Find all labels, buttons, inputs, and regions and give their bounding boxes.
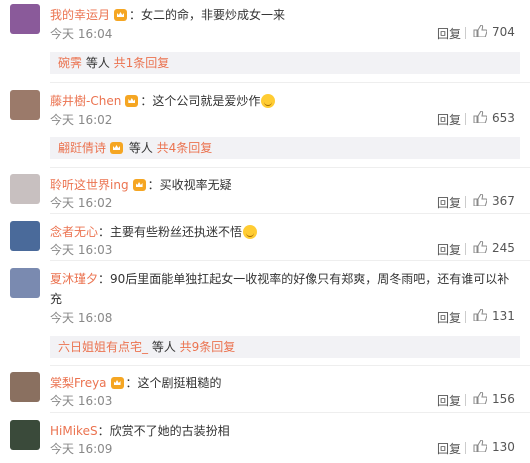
like-count: 156 bbox=[492, 392, 515, 406]
like-button[interactable]: 131 bbox=[473, 309, 515, 323]
comment-text: ：90后里面能单独扛起女一收视率的好像只有郑爽，周冬雨吧，还有谁可以补 bbox=[98, 272, 510, 286]
comment-text: ：欣赏不了她的古装扮相 bbox=[97, 424, 230, 438]
divider bbox=[50, 260, 530, 261]
divider bbox=[50, 82, 530, 83]
like-count: 367 bbox=[492, 194, 515, 208]
username[interactable]: 藤井樹-Chen bbox=[50, 94, 121, 108]
thumbs-up-icon bbox=[473, 309, 487, 321]
reply-button[interactable]: 回复 bbox=[437, 194, 461, 211]
divider bbox=[465, 196, 466, 208]
reply-button[interactable]: 回复 bbox=[437, 111, 461, 128]
reply-button[interactable]: 回复 bbox=[437, 309, 461, 326]
avatar[interactable] bbox=[10, 420, 40, 450]
username[interactable]: 聆听这世界ing bbox=[50, 178, 129, 192]
sub-reply-mid: 等人 bbox=[82, 56, 114, 70]
comment-time: 今天 16:04 bbox=[50, 27, 113, 41]
vip-crown-icon bbox=[110, 142, 124, 154]
emoji-icon bbox=[243, 225, 258, 239]
sub-reply-user[interactable]: 碗霁 bbox=[58, 56, 82, 70]
like-button[interactable]: 130 bbox=[473, 440, 515, 454]
comment-content: HiMikeS：欣赏不了她的古装扮相 bbox=[50, 423, 520, 439]
comment-time: 今天 16:03 bbox=[50, 243, 113, 257]
vip-crown-icon bbox=[114, 9, 128, 21]
divider bbox=[50, 213, 530, 214]
divider bbox=[50, 365, 530, 366]
username[interactable]: 我的幸运月 bbox=[50, 8, 110, 22]
thumbs-up-icon bbox=[473, 241, 487, 253]
sub-reply-mid: 等人 bbox=[125, 141, 157, 155]
sub-reply-user[interactable]: 六日姐姐有点宅_ bbox=[58, 340, 148, 354]
like-button[interactable]: 704 bbox=[473, 25, 515, 39]
comment-content: 念者无心：主要有些粉丝还执迷不悟 bbox=[50, 224, 520, 240]
thumbs-up-icon bbox=[473, 25, 487, 37]
like-count: 653 bbox=[492, 111, 515, 125]
like-count: 130 bbox=[492, 440, 515, 454]
thumbs-up-icon bbox=[473, 392, 487, 404]
like-count: 245 bbox=[492, 241, 515, 255]
sub-reply-user[interactable]: 翩跹倩诗 bbox=[58, 141, 106, 155]
thumbs-up-icon bbox=[473, 111, 487, 123]
like-button[interactable]: 367 bbox=[473, 194, 515, 208]
comment-text: ：买收视率无疑 bbox=[147, 178, 232, 192]
comment-text: ：女二的命，非要炒成女一来 bbox=[129, 8, 286, 22]
sub-reply-count[interactable]: 共4条回复 bbox=[157, 141, 213, 155]
divider bbox=[465, 113, 466, 125]
vip-crown-icon bbox=[132, 179, 146, 191]
username[interactable]: 棠梨Freya bbox=[50, 376, 107, 390]
sub-reply-count[interactable]: 共1条回复 bbox=[114, 56, 170, 70]
username[interactable]: HiMikeS bbox=[50, 424, 98, 438]
comment-text-continued: 充 bbox=[50, 292, 63, 306]
comment-text: ：这个剧挺粗糙的 bbox=[125, 376, 222, 390]
comment-content: 聆听这世界ing ：买收视率无疑 bbox=[50, 177, 520, 193]
like-button[interactable]: 653 bbox=[473, 111, 515, 125]
comment-text: ：这个公司就是爱炒作 bbox=[140, 94, 261, 108]
comment-time: 今天 16:02 bbox=[50, 113, 113, 127]
comment-text: ：主要有些粉丝还执迷不悟 bbox=[98, 225, 243, 239]
comment-time: 今天 16:02 bbox=[50, 196, 113, 210]
divider bbox=[50, 412, 530, 413]
like-button[interactable]: 245 bbox=[473, 241, 515, 255]
avatar[interactable] bbox=[10, 268, 40, 298]
divider bbox=[465, 442, 466, 454]
comment-content: 夏沐瑾夕：90后里面能单独扛起女一收视率的好像只有郑爽，周冬雨吧，还有谁可以补 bbox=[50, 271, 520, 287]
username[interactable]: 夏沐瑾夕 bbox=[50, 272, 98, 286]
avatar[interactable] bbox=[10, 90, 40, 120]
comment-content: 棠梨Freya ：这个剧挺粗糙的 bbox=[50, 375, 520, 391]
avatar[interactable] bbox=[10, 372, 40, 402]
divider bbox=[50, 167, 530, 168]
reply-button[interactable]: 回复 bbox=[437, 241, 461, 258]
comment-time: 今天 16:03 bbox=[50, 394, 113, 408]
vip-crown-icon bbox=[125, 95, 139, 107]
sub-reply-summary[interactable]: 翩跹倩诗 等人 共4条回复 bbox=[50, 137, 520, 159]
divider bbox=[465, 394, 466, 406]
comment-content: 我的幸运月 ：女二的命，非要炒成女一来 bbox=[50, 7, 520, 23]
thumbs-up-icon bbox=[473, 194, 487, 206]
avatar[interactable] bbox=[10, 4, 40, 34]
vip-crown-icon bbox=[110, 377, 124, 389]
avatar[interactable] bbox=[10, 221, 40, 251]
thumbs-up-icon bbox=[473, 440, 487, 452]
divider bbox=[465, 27, 466, 39]
comment-time: 今天 16:09 bbox=[50, 442, 113, 456]
like-count: 131 bbox=[492, 309, 515, 323]
comment-content: 藤井樹-Chen ：这个公司就是爱炒作 bbox=[50, 93, 520, 109]
reply-button[interactable]: 回复 bbox=[437, 25, 461, 42]
like-button[interactable]: 156 bbox=[473, 392, 515, 406]
emoji-icon bbox=[261, 94, 276, 108]
like-count: 704 bbox=[492, 25, 515, 39]
sub-reply-count[interactable]: 共9条回复 bbox=[180, 340, 236, 354]
sub-reply-mid: 等人 bbox=[148, 340, 180, 354]
username[interactable]: 念者无心 bbox=[50, 225, 98, 239]
reply-button[interactable]: 回复 bbox=[437, 440, 461, 457]
comment-time: 今天 16:08 bbox=[50, 311, 113, 325]
divider bbox=[465, 243, 466, 255]
avatar[interactable] bbox=[10, 174, 40, 204]
divider bbox=[465, 311, 466, 323]
sub-reply-summary[interactable]: 六日姐姐有点宅_ 等人 共9条回复 bbox=[50, 336, 520, 358]
reply-button[interactable]: 回复 bbox=[437, 392, 461, 409]
sub-reply-summary[interactable]: 碗霁 等人 共1条回复 bbox=[50, 52, 520, 74]
